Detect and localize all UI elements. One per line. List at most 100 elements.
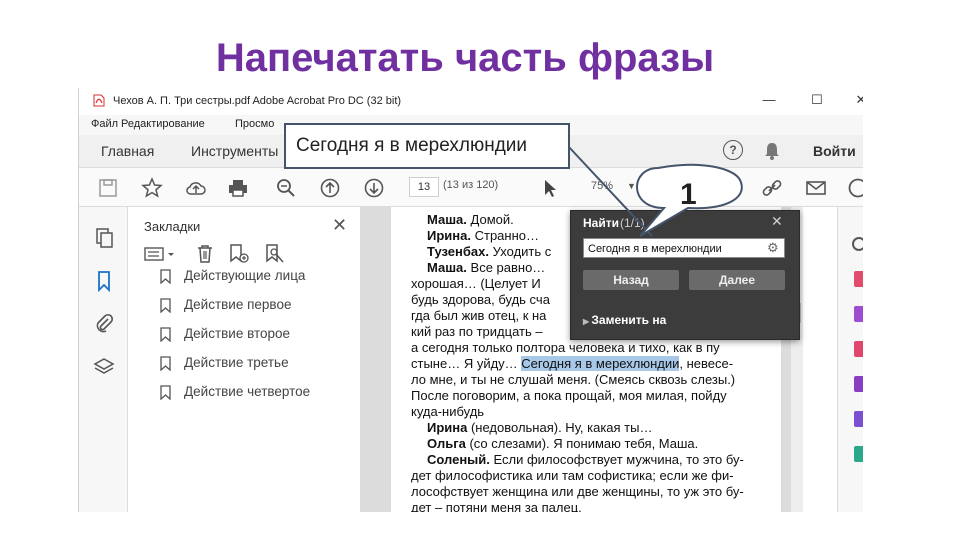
find-match-count: (1/1) xyxy=(620,216,645,230)
doc-line: Маша. Домой. xyxy=(427,212,514,227)
comment-icon[interactable] xyxy=(854,411,863,427)
share-link-icon[interactable] xyxy=(761,177,783,199)
line-text: Странно… xyxy=(470,228,539,243)
speaker: Маша. xyxy=(427,260,467,275)
page-number-input[interactable]: 13 xyxy=(409,177,439,197)
line-text: Все равно… xyxy=(466,260,546,275)
bell-icon[interactable] xyxy=(763,141,781,161)
account-icon[interactable] xyxy=(847,177,863,199)
title-bar: Чехов А. П. Три сестры.pdf Adobe Acrobat… xyxy=(79,88,863,114)
line-text: (со слезами). Я понимаю тебя, Маша. xyxy=(465,436,699,451)
doc-line: После поговорим, а пока прощай, моя мила… xyxy=(411,388,727,403)
bookmark-label: Действие первое xyxy=(184,297,292,312)
bookmark-flag-icon xyxy=(160,327,171,342)
pdf-file-icon xyxy=(93,94,105,107)
doc-line: хорошая… (Целует И xyxy=(411,276,541,291)
line-text: ло мне, и ты не слушай меня. (Смеясь скв… xyxy=(411,372,736,387)
bookmark-flag-icon xyxy=(160,385,171,400)
zoom-value: 75% xyxy=(591,180,614,192)
line-text: хорошая… (Целует И xyxy=(411,276,541,291)
find-title: Найти xyxy=(583,216,619,230)
line-text: кий раз по тридцать – xyxy=(411,324,543,339)
help-icon[interactable]: ? xyxy=(723,140,743,160)
line-text: дет философистика или там софистика; есл… xyxy=(411,468,734,483)
bookmark-icon[interactable] xyxy=(93,270,115,292)
right-rail xyxy=(837,207,863,512)
doc-line: Ольга (со слезами). Я понимаю тебя, Маша… xyxy=(427,436,698,451)
email-icon[interactable] xyxy=(805,177,827,199)
next-page-icon[interactable] xyxy=(363,177,385,199)
zoom-select[interactable]: 75% ▼ xyxy=(581,177,636,195)
bookmark-list: Действующие лица Действие первое Действи… xyxy=(128,207,360,512)
line-text: (недовольная). Ну, какая ты… xyxy=(467,420,653,435)
replace-toggle[interactable]: ▶ Заменить на xyxy=(583,313,666,327)
zoom-search-icon[interactable] xyxy=(275,177,297,199)
cloud-upload-icon[interactable] xyxy=(185,177,207,199)
find-previous-button[interactable]: Назад xyxy=(583,270,679,290)
speaker: Маша. xyxy=(427,212,467,227)
line-text: , невесе- xyxy=(679,356,734,371)
search-tool-icon[interactable] xyxy=(852,237,863,251)
doc-line: Ирина. Странно… xyxy=(427,228,539,243)
menu-edit[interactable]: Редактирование xyxy=(121,118,205,130)
menu-file[interactable]: Файл xyxy=(91,118,118,130)
save-icon[interactable] xyxy=(97,177,119,199)
doc-line: дет – потяни меня за палец. xyxy=(411,500,582,512)
left-rail xyxy=(79,207,128,512)
doc-line: ло мне, и ты не слушай меня. (Смеясь скв… xyxy=(411,372,735,387)
export-pdf-icon[interactable] xyxy=(854,271,863,287)
doc-line: дет философистика или там софистика; есл… xyxy=(411,468,734,483)
line-text: а сегодня только полтора человека и тихо… xyxy=(411,340,720,355)
doc-line: Соленый. Если философствует мужчина, то … xyxy=(427,452,744,467)
maximize-button[interactable]: ☐ xyxy=(807,92,827,108)
tab-home[interactable]: Главная xyxy=(101,143,154,159)
find-next-button[interactable]: Далее xyxy=(689,270,785,290)
sign-in-button[interactable]: Войти xyxy=(813,143,856,159)
layers-icon[interactable] xyxy=(93,356,115,378)
bookmark-flag-icon xyxy=(160,298,171,313)
fill-sign-icon[interactable] xyxy=(854,376,863,392)
search-highlight[interactable]: Сегодня я в мерехлюндии xyxy=(521,356,680,371)
close-window-button[interactable]: ✕ xyxy=(851,92,863,108)
pages-icon[interactable] xyxy=(93,227,115,249)
attachment-icon[interactable] xyxy=(93,313,115,335)
line-text: Домой. xyxy=(466,212,514,227)
doc-line: кий раз по тридцать – xyxy=(411,324,543,339)
previous-page-icon[interactable] xyxy=(319,177,341,199)
doc-line: а сегодня только полтора человека и тихо… xyxy=(411,340,720,355)
bookmark-flag-icon xyxy=(160,269,171,284)
close-icon[interactable]: ✕ xyxy=(771,213,783,230)
line-text: дет – потяни меня за палец. xyxy=(411,500,582,512)
scan-icon[interactable] xyxy=(854,446,863,462)
doc-line: куда-нибудь xyxy=(411,404,484,419)
print-icon[interactable] xyxy=(227,177,249,199)
bookmark-label: Действие четвертое xyxy=(184,384,311,399)
bookmark-label: Действие второе xyxy=(184,326,291,341)
bookmark-label: Действующие лица xyxy=(184,268,306,283)
line-text: После поговорим, а пока прощай, моя мила… xyxy=(411,388,727,403)
line-text: гда был жив отец, к на xyxy=(411,308,547,323)
speaker: Тузенбах. xyxy=(427,244,489,259)
slide-title: Напечатать часть фразы xyxy=(215,36,715,80)
doc-line: Тузенбах. Уходить с xyxy=(427,244,551,259)
gear-icon[interactable]: ⚙ xyxy=(767,240,779,256)
doc-line: Ирина (недовольная). Ну, какая ты… xyxy=(427,420,652,435)
window-title: Чехов А. П. Три сестры.pdf Adobe Acrobat… xyxy=(113,95,402,107)
doc-line: лософствует женщина или две женщины, то … xyxy=(411,484,744,499)
speaker: Ирина xyxy=(427,420,468,435)
select-cursor-icon[interactable] xyxy=(539,177,561,199)
callout-box: Сегодня я в мерехлюндии xyxy=(284,123,570,169)
line-text: куда-нибудь xyxy=(411,404,485,419)
toolbar: 13 (13 из 120) 75% ▼ xyxy=(79,168,863,207)
line-text: Уходить с xyxy=(488,244,552,259)
minimize-button[interactable]: — xyxy=(759,92,779,108)
find-input[interactable]: Сегодня я в мерехлюндии xyxy=(583,238,785,258)
menu-view[interactable]: Просмо xyxy=(235,118,274,130)
line-text: Если философствует мужчина, то это бу- xyxy=(489,452,744,467)
star-icon[interactable] xyxy=(141,177,163,199)
chevron-down-icon: ▼ xyxy=(627,181,636,191)
tab-tools[interactable]: Инструменты xyxy=(191,143,278,159)
find-dialog: Найти (1/1) ✕ Сегодня я в мерехлюндии ⚙ … xyxy=(570,210,800,340)
organize-pages-icon[interactable] xyxy=(854,341,863,357)
edit-pdf-icon[interactable] xyxy=(854,306,863,322)
